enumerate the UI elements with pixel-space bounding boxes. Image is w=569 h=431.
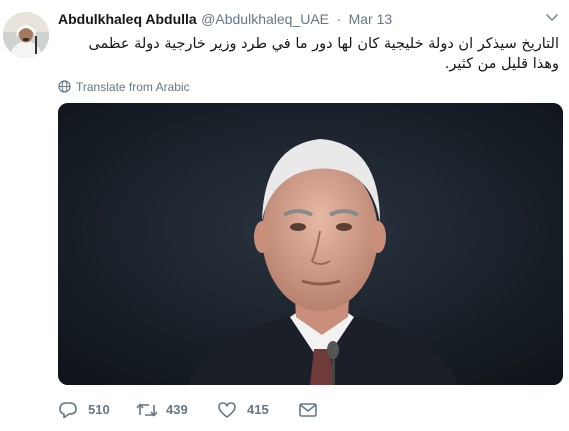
translate-label: Translate from Arabic — [76, 80, 190, 94]
tweet-date[interactable]: Mar 13 — [349, 11, 393, 27]
tweet-text: التاريخ سيذكر ان دولة خليجية كان لها دور… — [88, 36, 559, 72]
like-count: 415 — [247, 402, 269, 417]
tweet-header: Abdulkhaleq Abdulla @Abdulkhaleq_UAE · M… — [58, 11, 557, 31]
separator-dot: · — [336, 11, 342, 27]
tweet-photo[interactable] — [58, 103, 563, 385]
retweet-icon — [136, 403, 158, 417]
author-handle[interactable]: @Abdulkhaleq_UAE — [201, 11, 329, 27]
globe-icon — [58, 80, 71, 93]
reply-count: 510 — [88, 402, 110, 417]
heart-icon — [218, 402, 236, 418]
chevron-down-icon[interactable] — [545, 13, 559, 23]
author-name[interactable]: Abdulkhaleq Abdulla — [58, 11, 197, 27]
reply-icon — [59, 402, 77, 419]
envelope-icon — [299, 403, 317, 417]
retweet-count: 439 — [166, 402, 188, 417]
translate-link[interactable]: Translate from Arabic — [58, 80, 190, 94]
avatar[interactable] — [3, 12, 49, 58]
tweet-card: Abdulkhaleq Abdulla @Abdulkhaleq_UAE · M… — [0, 0, 569, 431]
